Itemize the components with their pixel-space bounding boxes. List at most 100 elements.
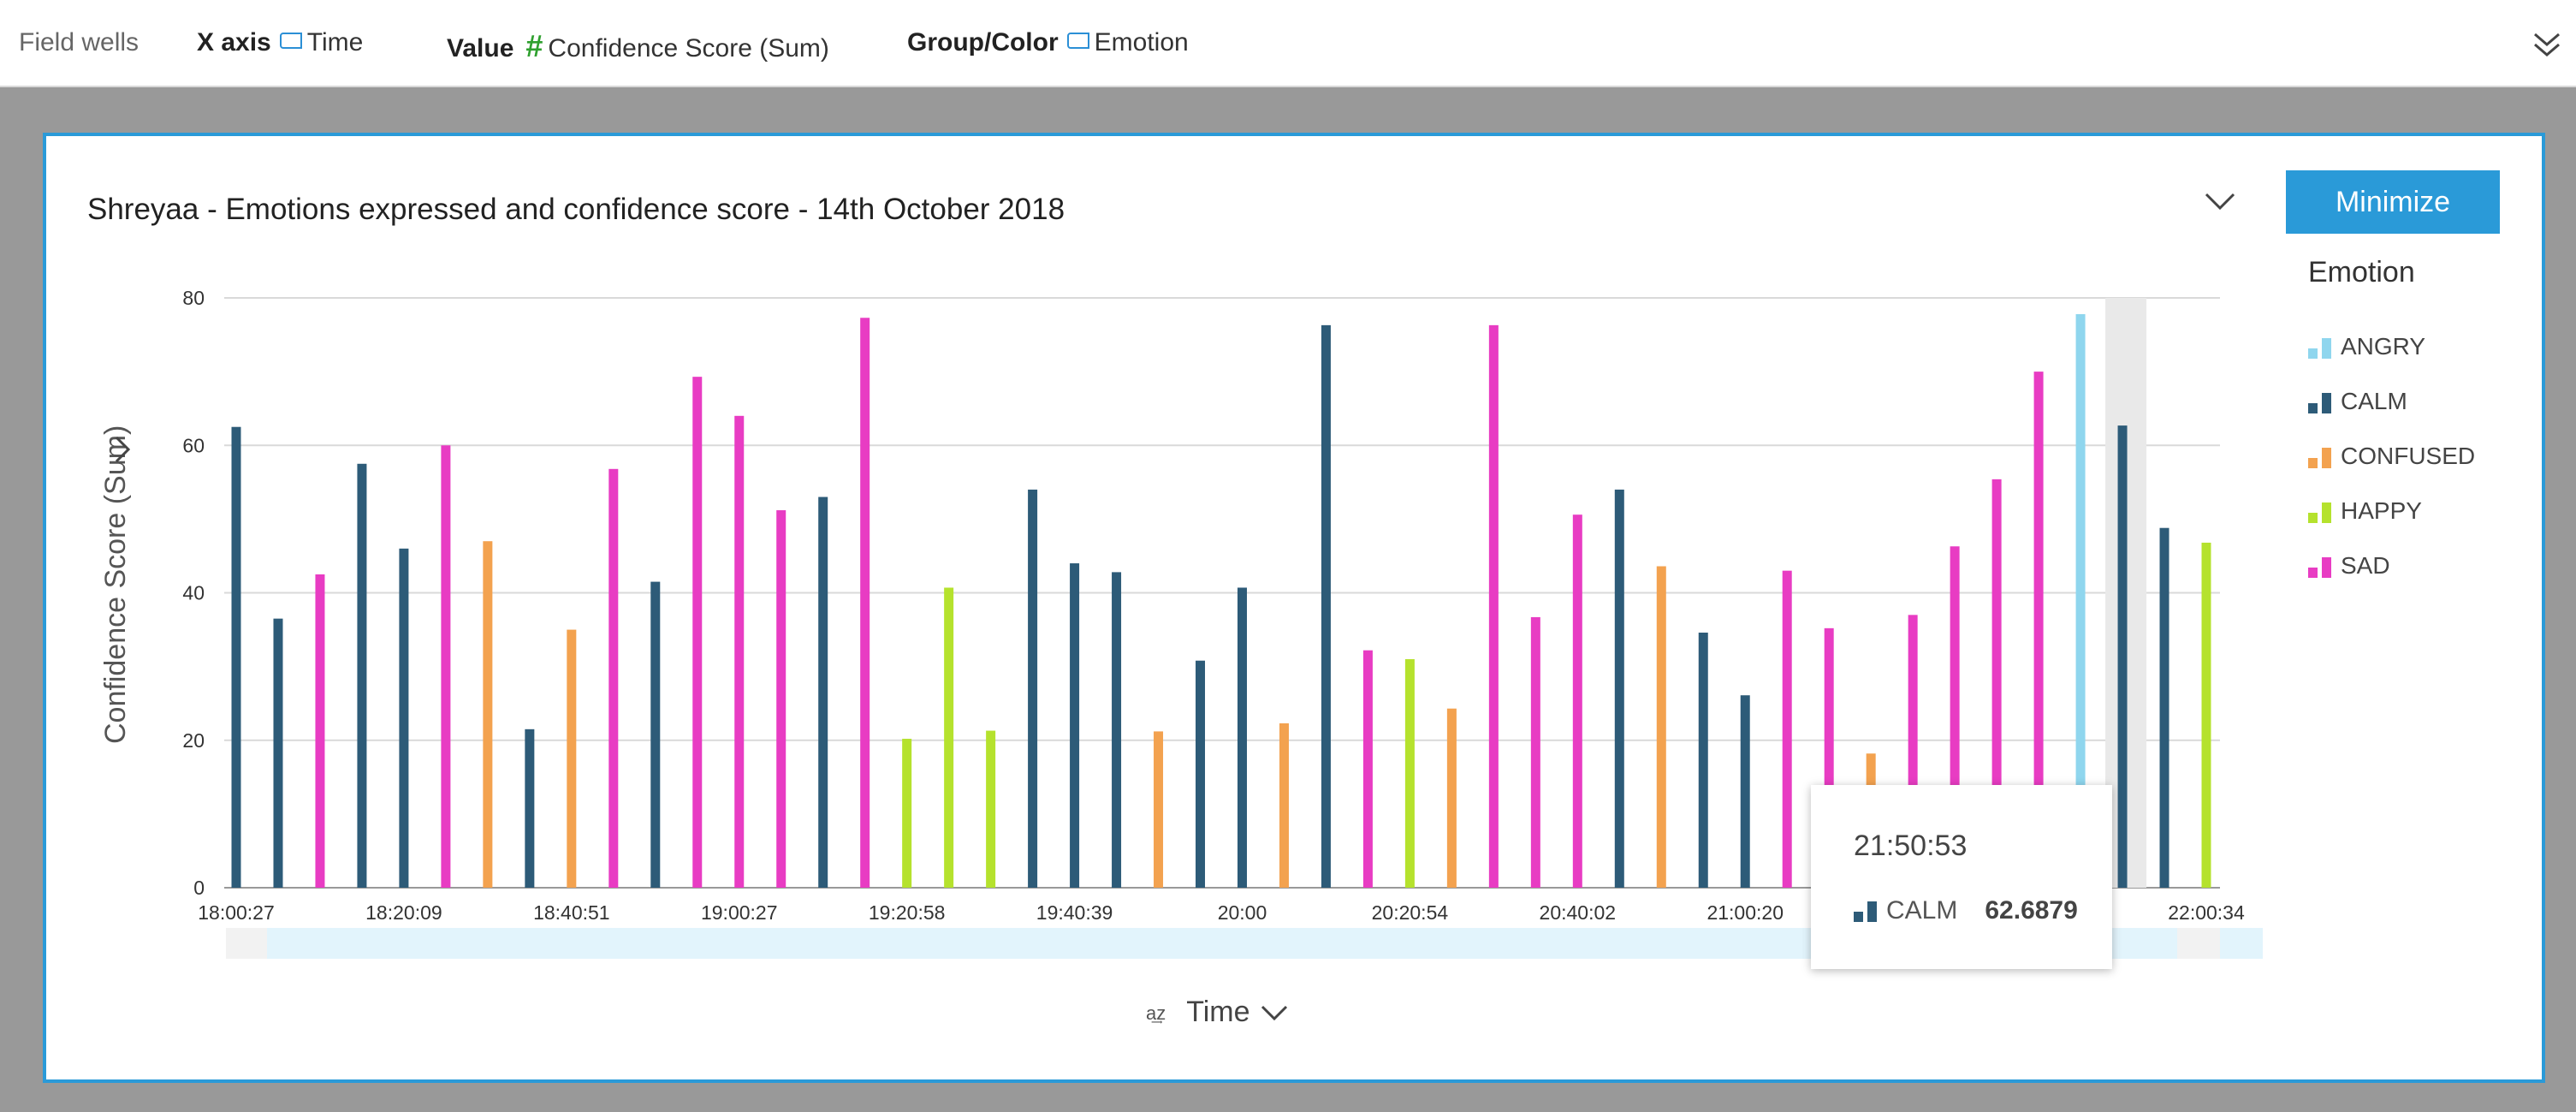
legend-label: ANGRY — [2341, 333, 2426, 360]
legend-swatch-icon — [2308, 446, 2334, 470]
legend-item-calm[interactable]: CALM — [2308, 384, 2407, 419]
bar-calm[interactable] — [525, 728, 535, 888]
minimize-button[interactable]: Minimize — [2286, 170, 2500, 234]
legend-swatch-icon — [2308, 336, 2334, 360]
legend-item-happy[interactable]: HAPPY — [2308, 494, 2422, 528]
legend-item-confused[interactable]: CONFUSED — [2308, 439, 2475, 473]
bar-sad[interactable] — [1488, 324, 1499, 888]
value-well[interactable]: Value # Confidence Score (Sum) — [447, 28, 829, 64]
legend-label: HAPPY — [2341, 497, 2422, 524]
x-axis-well-key: X axis — [197, 28, 271, 56]
bar-sad[interactable] — [692, 377, 703, 888]
tooltip: 21:50:53 CALM 62.6879 — [1811, 785, 2112, 969]
bar-sad[interactable] — [734, 415, 745, 888]
bar-calm[interactable] — [1740, 695, 1750, 888]
legend-swatch-icon — [2308, 391, 2334, 415]
legend-item-angry[interactable]: ANGRY — [2308, 330, 2425, 364]
dimension-icon — [1066, 32, 1089, 49]
bar-chart-icon — [1854, 900, 1879, 924]
x-tick-label: 20:40:02 — [1540, 901, 1617, 924]
legend-label: CONFUSED — [2341, 443, 2476, 469]
double-chevron-down-icon[interactable] — [2531, 31, 2562, 60]
bar-sad[interactable] — [1782, 570, 1792, 888]
bar-happy[interactable] — [902, 739, 912, 888]
bar-sad[interactable] — [1572, 514, 1582, 888]
bar-confused[interactable] — [1656, 566, 1666, 888]
bar-confused[interactable] — [1446, 708, 1457, 888]
bar-happy[interactable] — [1404, 659, 1415, 888]
x-tick-label: 18:00:27 — [198, 901, 275, 924]
group-well-key: Group/Color — [907, 28, 1059, 56]
tooltip-row: CALM 62.6879 — [1854, 896, 2078, 925]
measure-hash-icon: # — [525, 28, 543, 63]
legend-title: Emotion — [2308, 256, 2415, 288]
x-tick-label: 18:40:51 — [533, 901, 610, 924]
legend-label: SAD — [2341, 552, 2390, 579]
bar-sad[interactable] — [608, 468, 619, 888]
bar-happy[interactable] — [2201, 542, 2211, 888]
bar-sad[interactable] — [860, 318, 870, 888]
bar-calm[interactable] — [1196, 660, 1206, 888]
x-tick-label: 21:00:20 — [1706, 901, 1784, 924]
bar-calm[interactable] — [357, 463, 367, 888]
bar-confused[interactable] — [1154, 731, 1164, 888]
value-well-field: Confidence Score (Sum) — [548, 34, 829, 62]
bar-calm[interactable] — [1698, 633, 1708, 888]
bar-calm[interactable] — [2159, 527, 2169, 888]
sort-az-icon[interactable]: a͢z — [1146, 1002, 1166, 1024]
y-tick-label: 20 — [182, 729, 205, 752]
bar-calm[interactable] — [818, 497, 828, 888]
legend-swatch-icon — [2308, 501, 2334, 525]
scrollbar-left-handle[interactable] — [226, 928, 267, 959]
y-tick-label: 0 — [193, 877, 205, 899]
x-axis-well[interactable]: X axis Time — [197, 28, 363, 57]
bar-calm[interactable] — [1614, 489, 1624, 888]
visual-panel: Shreyaa - Emotions expressed and confide… — [43, 133, 2545, 1083]
bar-calm[interactable] — [1112, 572, 1122, 888]
group-well-field: Emotion — [1094, 28, 1189, 56]
bar-confused[interactable] — [483, 541, 493, 888]
bar-happy[interactable] — [944, 587, 954, 888]
legend-item-sad[interactable]: SAD — [2308, 549, 2390, 583]
y-tick-label: 80 — [182, 287, 205, 309]
bar-calm[interactable] — [1070, 563, 1080, 888]
x-tick-label: 19:20:58 — [869, 901, 946, 924]
bar-calm[interactable] — [650, 581, 661, 888]
tooltip-series: CALM — [1886, 896, 1958, 925]
legend-swatch-icon — [2308, 556, 2334, 580]
y-tick-label: 60 — [182, 434, 205, 456]
bar-calm[interactable] — [1028, 489, 1038, 888]
y-tick-label: 40 — [182, 582, 205, 604]
bar-happy[interactable] — [986, 730, 996, 888]
bar-sad[interactable] — [776, 510, 786, 888]
bar-sad[interactable] — [1530, 616, 1540, 888]
bar-calm[interactable] — [231, 426, 241, 888]
dimension-icon — [279, 32, 302, 49]
bar-calm[interactable] — [2117, 425, 2128, 888]
x-tick-label: 20:20:54 — [1372, 901, 1449, 924]
x-tick-label: 22:00:34 — [2168, 901, 2245, 924]
legend-label: CALM — [2341, 388, 2407, 414]
bar-calm[interactable] — [273, 618, 283, 888]
bar-confused[interactable] — [567, 629, 577, 888]
field-wells-label: Field wells — [19, 28, 139, 56]
bar-sad[interactable] — [315, 574, 325, 888]
group-color-well[interactable]: Group/Color Emotion — [907, 28, 1189, 57]
tooltip-value: 62.6879 — [1985, 896, 2078, 925]
x-axis-title-area[interactable]: a͢z Time — [1146, 996, 1290, 1029]
value-well-key: Value — [447, 34, 514, 62]
bar-calm[interactable] — [1321, 324, 1331, 888]
chevron-down-icon[interactable] — [1259, 1003, 1290, 1024]
field-wells-bar: Field wells X axis Time Value # Confidence … — [0, 0, 2576, 87]
bar-sad[interactable] — [441, 445, 451, 888]
bar-sad[interactable] — [1362, 650, 1373, 888]
x-tick-label: 19:00:27 — [701, 901, 778, 924]
tooltip-time: 21:50:53 — [1854, 830, 1968, 862]
bar-calm[interactable] — [399, 548, 409, 888]
x-axis-well-field: Time — [306, 28, 364, 56]
scrollbar-right-handle[interactable] — [2177, 928, 2220, 959]
x-tick-label: 18:20:09 — [365, 901, 442, 924]
bar-confused[interactable] — [1279, 723, 1289, 888]
x-tick-label: 19:40:39 — [1036, 901, 1113, 924]
bar-calm[interactable] — [1237, 587, 1247, 888]
